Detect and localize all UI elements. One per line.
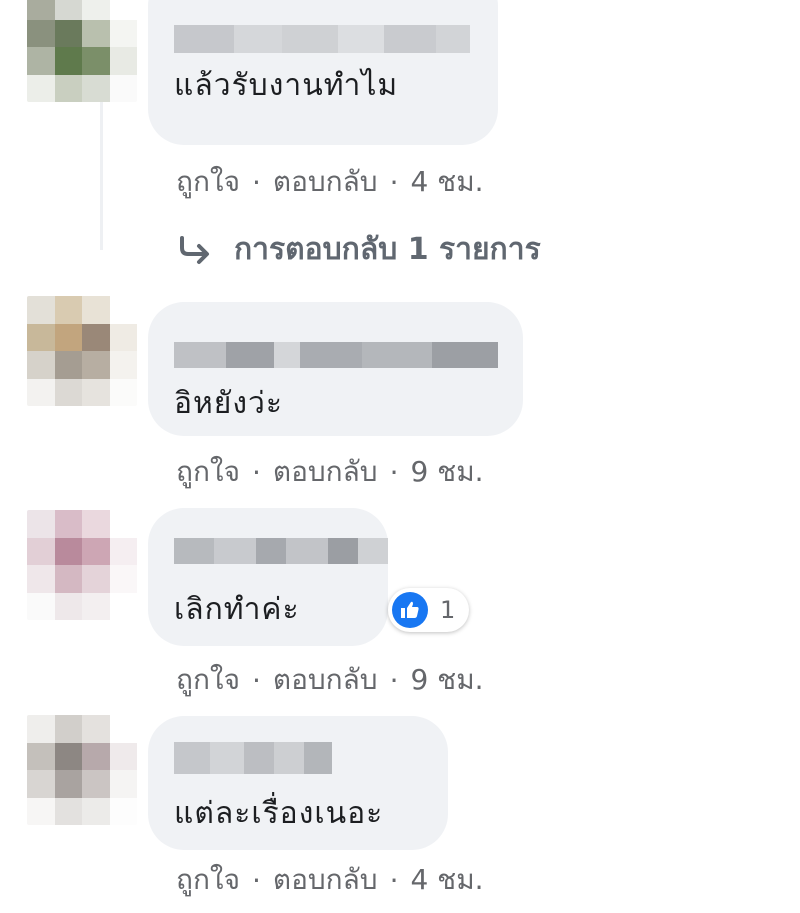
view-replies-link[interactable]: การตอบกลับ 1 รายการ: [178, 226, 541, 273]
reply-arrow-icon: [180, 235, 209, 264]
commenter-name-blurred[interactable]: [174, 25, 470, 53]
comment-timestamp[interactable]: 4 ชม.: [410, 160, 483, 204]
separator-dot: ·: [251, 663, 261, 697]
separator-dot: ·: [389, 165, 399, 199]
separator-dot: ·: [389, 863, 399, 897]
comment-timestamp[interactable]: 4 ชม.: [410, 858, 483, 902]
commenter-name-blurred[interactable]: [174, 742, 332, 774]
separator-dot: ·: [251, 455, 261, 489]
comment-actions: ถูกใจ · ตอบกลับ · 9 ชม.: [176, 450, 484, 494]
like-link[interactable]: ถูกใจ: [176, 450, 240, 494]
separator-dot: ·: [251, 863, 261, 897]
separator-dot: ·: [251, 165, 261, 199]
commenter-name-blurred[interactable]: [174, 342, 498, 368]
comment-actions: ถูกใจ · ตอบกลับ · 4 ชม.: [176, 160, 484, 204]
comment-text: แล้วรับงานทำไม: [174, 68, 399, 103]
comment-text: เลิกทำค่ะ: [174, 592, 300, 627]
commenter-name-blurred[interactable]: [174, 538, 388, 564]
avatar[interactable]: [27, 715, 137, 825]
like-link[interactable]: ถูกใจ: [176, 658, 240, 702]
comment-bubble: แต่ละเรื่องเนอะ: [148, 716, 448, 850]
reply-link[interactable]: ตอบกลับ: [273, 160, 378, 204]
comment-bubble: แล้วรับงานทำไม: [148, 0, 498, 145]
like-link[interactable]: ถูกใจ: [176, 858, 240, 902]
reply-link[interactable]: ตอบกลับ: [273, 450, 378, 494]
avatar[interactable]: [27, 296, 137, 406]
reaction-count: 1: [440, 596, 456, 624]
avatar[interactable]: [27, 0, 137, 102]
comment-text: อิหยังว่ะ: [174, 386, 283, 421]
comment-bubble: เลิกทำค่ะ: [148, 508, 388, 646]
comment-actions: ถูกใจ · ตอบกลับ · 9 ชม.: [176, 658, 484, 702]
separator-dot: ·: [389, 663, 399, 697]
comment-bubble: อิหยังว่ะ: [148, 302, 523, 436]
separator-dot: ·: [389, 455, 399, 489]
reaction-summary[interactable]: 1: [388, 588, 470, 632]
comment-timestamp[interactable]: 9 ชม.: [410, 658, 483, 702]
avatar[interactable]: [27, 510, 137, 620]
view-replies-label: การตอบกลับ 1 รายการ: [234, 232, 541, 267]
comment-actions: ถูกใจ · ตอบกลับ · 4 ชม.: [176, 858, 484, 902]
reply-link[interactable]: ตอบกลับ: [273, 658, 378, 702]
reply-link[interactable]: ตอบกลับ: [273, 858, 378, 902]
like-link[interactable]: ถูกใจ: [176, 160, 240, 204]
comment-text: แต่ละเรื่องเนอะ: [174, 796, 384, 831]
comment-timestamp[interactable]: 9 ชม.: [410, 450, 483, 494]
reply-thread-line: [100, 90, 103, 250]
thumbs-up-icon: [392, 592, 428, 628]
